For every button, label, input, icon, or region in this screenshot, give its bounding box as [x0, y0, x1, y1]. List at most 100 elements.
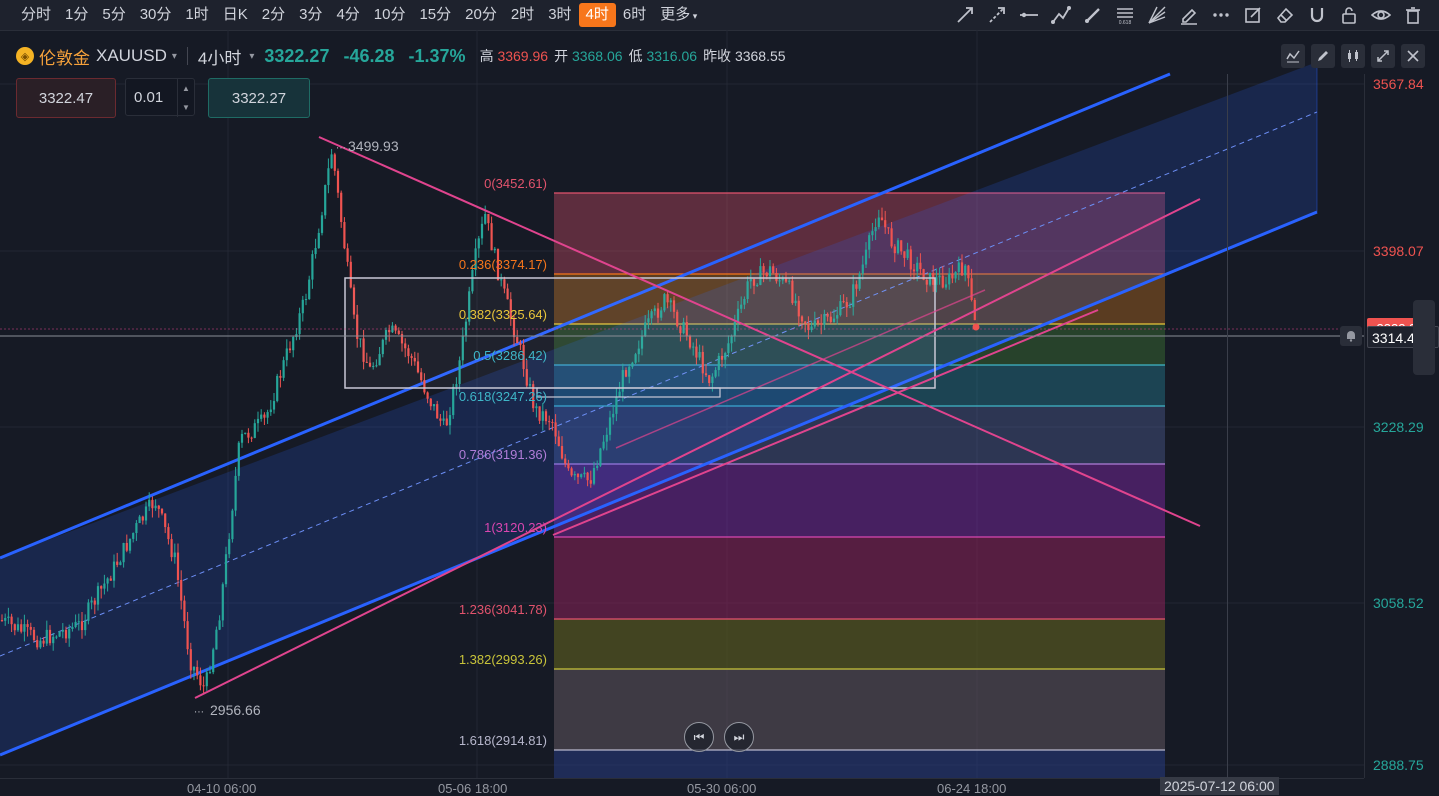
candle-body [279, 375, 282, 378]
candle-body [308, 279, 311, 300]
y-tick: 3058.52 [1373, 595, 1424, 611]
skip-back-icon: ⏮ [693, 729, 705, 744]
candle-body [564, 458, 567, 464]
candle-body [256, 418, 260, 424]
candle-body [218, 620, 221, 630]
fullscreen-icon[interactable] [1371, 44, 1395, 68]
candle-body [589, 480, 592, 484]
scroll-to-end-button[interactable]: ⏭ [724, 722, 754, 752]
candle-body [480, 223, 484, 239]
fib-zone [554, 669, 1165, 750]
candle-body [58, 631, 61, 637]
candle-body [436, 404, 439, 419]
candle-body [64, 629, 68, 639]
candle-body [247, 432, 250, 438]
candle-body [938, 275, 941, 278]
candle-body [16, 624, 20, 631]
x-tick: 05-06 18:00 [438, 781, 508, 796]
decrement-icon[interactable]: ▼ [182, 103, 190, 112]
candle-body [68, 628, 71, 639]
quantity-stepper[interactable]: ▲ ▼ [177, 79, 194, 117]
symbol-header: ◈ 伦敦金 XAUUSD ▾ 4小时 ▾ 3322.27 -46.28 -1.3… [0, 40, 792, 72]
fib-level-label: 0(3452.61) [484, 176, 547, 191]
scroll-to-start-button[interactable]: ⏮ [684, 722, 714, 752]
candle-body [765, 272, 768, 277]
candle-body [36, 640, 39, 648]
fib-level-label: 0.5(3286.42) [473, 348, 547, 363]
candle-body [615, 396, 618, 414]
candle-body [32, 629, 36, 641]
interval-label[interactable]: 4小时 [198, 44, 241, 69]
sell-button[interactable]: 3322.47 [16, 78, 116, 118]
candle-body [77, 621, 80, 623]
candle-body [432, 404, 436, 407]
candle-body [580, 474, 583, 478]
trash-icon[interactable] [1399, 1, 1427, 29]
candle-body [26, 624, 29, 627]
candle-body [554, 422, 557, 437]
candle-body [4, 617, 7, 621]
candle-body [148, 499, 151, 507]
symbol-name[interactable]: 伦敦金 [39, 44, 90, 69]
candle-body [240, 433, 244, 443]
candle-body [288, 348, 292, 351]
candle-body [868, 235, 871, 250]
close-icon[interactable] [1401, 44, 1425, 68]
candle-body [74, 621, 77, 627]
candle-body [208, 672, 212, 674]
candle-body [426, 392, 429, 399]
candle-body [343, 222, 346, 249]
candle-body [55, 636, 58, 638]
candle-body [893, 246, 896, 254]
skip-forward-icon: ⏭ [733, 729, 745, 744]
candle-body [20, 624, 23, 632]
increment-icon[interactable]: ▲ [182, 84, 190, 93]
indicator-icon[interactable] [1281, 44, 1305, 68]
candle-body [42, 640, 45, 644]
candle-body [224, 554, 228, 585]
eye-icon[interactable] [1367, 1, 1395, 29]
x-tick: 06-24 18:00 [937, 781, 1007, 796]
candle-body [173, 552, 176, 558]
candle-body [333, 154, 336, 171]
candle-style-icon[interactable] [1341, 44, 1365, 68]
quantity-input[interactable]: 0.01 ▲ ▼ [125, 78, 195, 117]
price-axis[interactable]: 3567.84 3398.07 3322.27 3314.48 3228.29 … [1364, 74, 1439, 778]
price-chart[interactable]: 3499.93 ⋯ 2956.66 ⋯ 0(3452.61) 0.236(3374… [0, 0, 1364, 778]
candle-body [567, 463, 570, 469]
candle-body [301, 299, 304, 314]
alert-bell-icon[interactable] [1340, 326, 1362, 346]
candle-body [548, 421, 551, 423]
y-tick: 3567.84 [1373, 76, 1424, 92]
candle-body [903, 251, 906, 258]
svg-text:⋯: ⋯ [336, 143, 346, 154]
x-tick: 04-10 06:00 [187, 781, 257, 796]
candle-body [192, 666, 196, 671]
candle-body [560, 446, 564, 459]
range-rectangle[interactable] [344, 277, 936, 398]
edit-icon[interactable] [1311, 44, 1335, 68]
candle-body [768, 266, 772, 277]
interval-dropdown-icon[interactable]: ▾ [249, 51, 254, 62]
quantity-value[interactable]: 0.01 [134, 89, 163, 106]
candle-body [906, 249, 909, 258]
candle-body [311, 254, 314, 280]
candle-body [292, 336, 295, 351]
prev-close-value: 昨收 3368.55 [703, 48, 786, 64]
candle-body [144, 506, 148, 521]
candle-body [244, 432, 247, 434]
high-value: 高 3369.96 [479, 48, 549, 64]
symbol-code[interactable]: XAUUSD [96, 46, 167, 66]
candle-body [327, 168, 330, 186]
x-tick: 05-30 06:00 [687, 781, 757, 796]
symbol-dropdown-icon[interactable]: ▾ [172, 51, 177, 62]
candle-body [874, 227, 877, 232]
candle-body [71, 626, 74, 629]
fib-level-label: 1.236(3041.78) [459, 602, 547, 617]
candle-body [132, 533, 135, 539]
axis-scroll-handle[interactable] [1413, 300, 1435, 375]
candle-body [7, 616, 10, 618]
buy-button[interactable]: 3322.27 [208, 78, 310, 118]
candle-body [154, 505, 157, 509]
candle-body [100, 586, 103, 589]
